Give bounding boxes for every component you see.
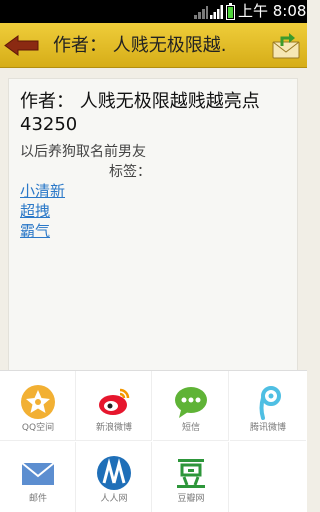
share-label: 腾讯微博 bbox=[249, 423, 286, 433]
share-tencent-weibo[interactable]: 腾讯微博 bbox=[230, 371, 306, 441]
share-douban[interactable]: 豆瓣网 bbox=[153, 442, 229, 512]
douban-icon bbox=[177, 459, 205, 488]
share-label: 豆瓣网 bbox=[177, 494, 205, 504]
status-time: 上午 8:08 bbox=[238, 2, 307, 20]
share-mail[interactable]: 邮件 bbox=[0, 442, 76, 512]
share-label: QQ空间 bbox=[21, 423, 55, 433]
sina-weibo-icon bbox=[99, 388, 130, 415]
qzone-icon bbox=[21, 385, 55, 419]
sms-icon bbox=[175, 387, 207, 418]
share-label: 短信 bbox=[181, 423, 200, 433]
tags-label: 标签： bbox=[109, 164, 151, 180]
signal-icon bbox=[210, 5, 223, 19]
share-label: 新浪微博 bbox=[95, 423, 132, 433]
article-body: 以后养狗取名前男友 bbox=[20, 144, 146, 160]
tag-link[interactable]: 超拽 bbox=[20, 202, 50, 221]
share-panel: QQ空间 新浪微博 短信 腾讯微博 邮件 人人网 豆瓣网 bbox=[0, 370, 307, 512]
tag-link[interactable]: 霸气 bbox=[20, 222, 50, 241]
share-empty-slot bbox=[230, 442, 306, 512]
title-bar: 作者： 人贱无极限越. bbox=[0, 23, 307, 68]
mail-icon bbox=[21, 462, 55, 485]
article-title: 作者： 人贱无极限越贱越亮点43250 bbox=[20, 91, 260, 135]
wifi-icon bbox=[194, 6, 208, 19]
share-renren[interactable]: 人人网 bbox=[76, 442, 152, 512]
share-label: 邮件 bbox=[28, 494, 47, 504]
battery-icon bbox=[226, 3, 235, 20]
back-button[interactable] bbox=[2, 28, 42, 63]
share-label: 人人网 bbox=[100, 494, 128, 504]
share-button[interactable] bbox=[270, 28, 302, 62]
status-bar: 上午 8:08 bbox=[0, 0, 307, 23]
share-qzone[interactable]: QQ空间 bbox=[0, 371, 76, 441]
tencent-weibo-icon bbox=[259, 386, 281, 420]
share-sms[interactable]: 短信 bbox=[153, 371, 229, 441]
tag-link[interactable]: 小清新 bbox=[20, 182, 65, 201]
page-title: 作者： 人贱无极限越. bbox=[53, 35, 227, 56]
renren-icon bbox=[97, 456, 131, 490]
share-sina-weibo[interactable]: 新浪微博 bbox=[76, 371, 152, 441]
article-card: 作者： 人贱无极限越贱越亮点43250 以后养狗取名前男友 标签： 小清新 超拽… bbox=[8, 78, 298, 378]
